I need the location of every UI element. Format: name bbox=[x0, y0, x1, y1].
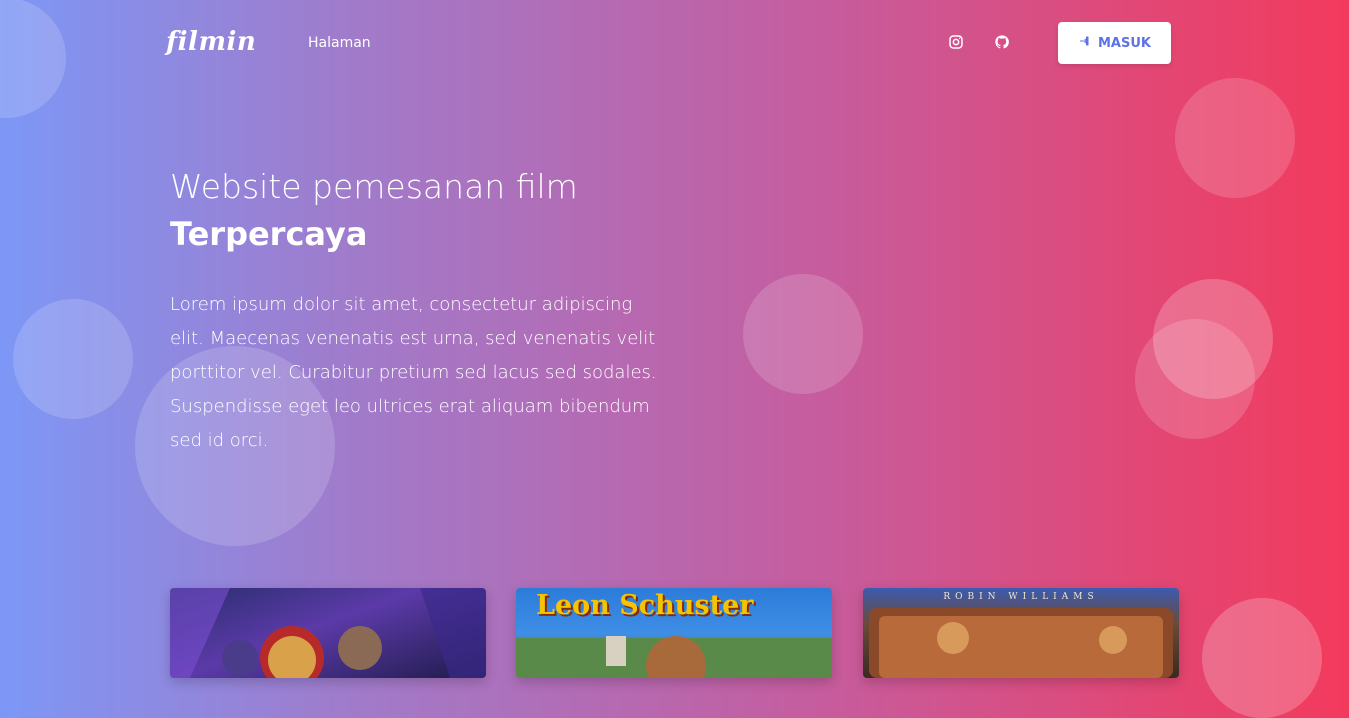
github-icon[interactable] bbox=[994, 34, 1012, 52]
movie-card[interactable] bbox=[170, 588, 486, 678]
navbar: filmin Halaman MASUK bbox=[0, 0, 1349, 88]
instagram-icon[interactable] bbox=[948, 34, 966, 52]
movie-poster bbox=[170, 588, 486, 678]
decor-bubble bbox=[1175, 78, 1295, 198]
decor-bubble bbox=[1202, 598, 1322, 718]
decor-bubble bbox=[1135, 319, 1255, 439]
brand-logo[interactable]: filmin bbox=[166, 27, 256, 57]
hero-title: Website pemesanan film Terpercaya bbox=[170, 166, 578, 260]
movie-card[interactable]: ROBIN WILLIAMS bbox=[863, 588, 1179, 678]
poster-title: Leon Schuster bbox=[536, 590, 754, 621]
nav-link-halaman[interactable]: Halaman bbox=[308, 35, 371, 51]
hero-title-line1: Website pemesanan film bbox=[170, 167, 578, 206]
poster-credit: ROBIN WILLIAMS bbox=[943, 592, 1099, 602]
movie-card[interactable]: Leon Schuster bbox=[516, 588, 832, 678]
decor-bubble bbox=[13, 299, 133, 419]
sign-in-icon bbox=[1078, 35, 1090, 51]
decor-bubble bbox=[743, 274, 863, 394]
login-button[interactable]: MASUK bbox=[1058, 22, 1171, 64]
hero-description: Lorem ipsum dolor sit amet, consectetur … bbox=[170, 294, 657, 451]
hero-title-line2: Terpercaya bbox=[170, 215, 368, 253]
login-label: MASUK bbox=[1098, 35, 1151, 51]
